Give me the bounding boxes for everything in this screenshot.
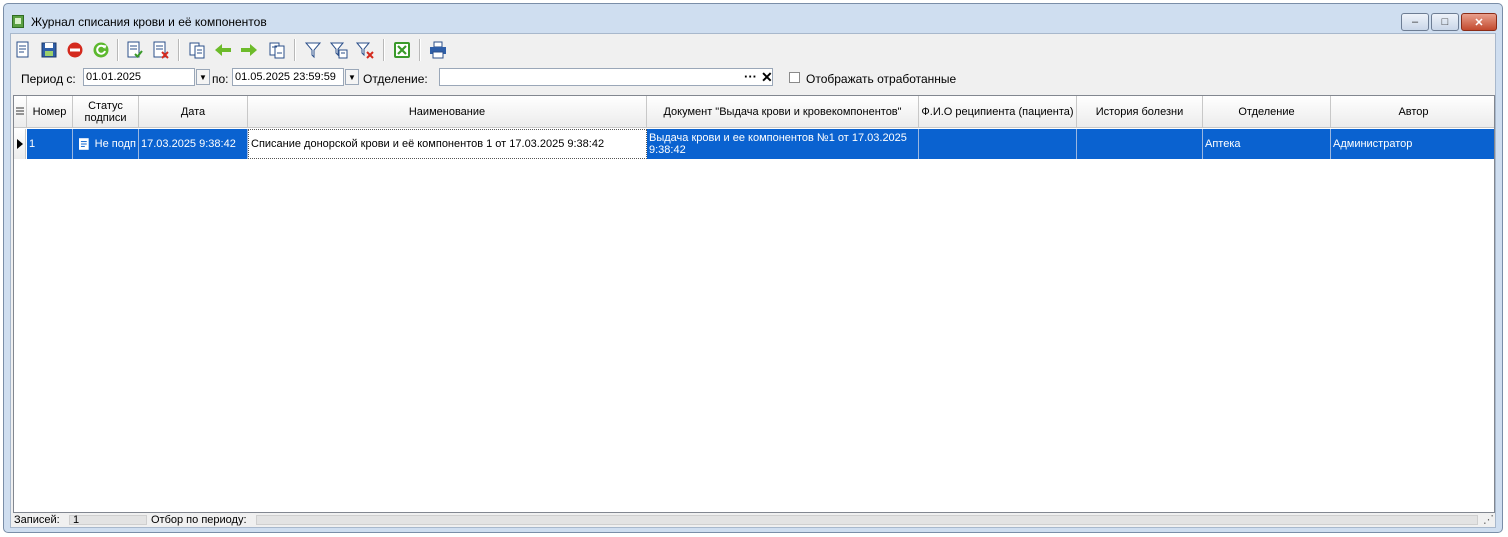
excel-export-icon[interactable] [392, 40, 412, 60]
row-indicator [14, 129, 26, 159]
department-browse-icon[interactable]: ··· [744, 69, 757, 84]
cell-number[interactable]: 1 [27, 129, 73, 159]
resize-grip-icon[interactable]: ⋰ [1483, 513, 1494, 526]
window-client-area: Период с: 01.01.2025 ▼ по: 01.05.2025 23… [10, 33, 1496, 528]
filter-clear-icon[interactable] [355, 40, 375, 60]
new-document-icon[interactable] [13, 40, 33, 60]
copy-icon[interactable] [187, 40, 207, 60]
toolbar-separator [383, 39, 385, 61]
main-window: Журнал списания крови и её компонентов –… [3, 3, 1503, 533]
period-filter-label: Отбор по периоду: [151, 514, 247, 526]
records-box [69, 515, 147, 525]
column-header-status[interactable]: Статус подписи [73, 96, 139, 128]
toolbar-separator [294, 39, 296, 61]
cell-history[interactable] [1077, 129, 1203, 159]
records-label: Записей: [14, 514, 60, 526]
period-from-dropdown[interactable]: ▼ [196, 69, 210, 85]
filter-icon[interactable] [303, 40, 323, 60]
arrow-left-icon[interactable] [213, 40, 233, 60]
toolbar-separator [117, 39, 119, 61]
toolbar-separator [419, 39, 421, 61]
period-from-label: Период с: [21, 72, 76, 86]
cell-status[interactable]: Не подп [73, 129, 139, 159]
column-header-department[interactable]: Отделение [1203, 96, 1331, 128]
cell-author[interactable]: Администратор [1331, 129, 1494, 159]
unsigned-document-icon [79, 138, 89, 150]
column-header-author[interactable]: Автор [1331, 96, 1494, 128]
cell-document[interactable]: Выдача крови и ее компонентов №1 от 17.0… [647, 129, 919, 159]
cell-recipient[interactable] [919, 129, 1077, 159]
close-button[interactable]: ✕ [1461, 13, 1497, 31]
arrow-right-icon[interactable] [239, 40, 259, 60]
department-clear-icon[interactable]: ✕ [761, 69, 773, 86]
column-header-date[interactable]: Дата [139, 96, 248, 128]
paste-icon[interactable] [267, 40, 287, 60]
period-from-input[interactable]: 01.01.2025 [83, 68, 195, 86]
save-icon[interactable] [39, 40, 59, 60]
department-input[interactable] [439, 68, 773, 86]
department-label: Отделение: [363, 72, 428, 86]
title-bar[interactable]: Журнал списания крови и её компонентов –… [4, 4, 1502, 32]
refresh-icon[interactable] [91, 40, 111, 60]
column-header-recipient[interactable]: Ф.И.О реципиента (пациента) [919, 96, 1077, 128]
column-header-name[interactable]: Наименование [248, 96, 647, 128]
column-chooser-icon[interactable] [14, 96, 27, 128]
column-header-number[interactable]: Номер [27, 96, 73, 128]
period-filter-box [256, 515, 1478, 525]
records-value: 1 [73, 514, 80, 526]
maximize-button[interactable]: □ [1431, 13, 1459, 31]
reject-icon[interactable] [151, 40, 171, 60]
toolbar [11, 34, 1495, 64]
show-processed-checkbox[interactable] [789, 72, 800, 83]
cell-department[interactable]: Аптека [1203, 129, 1331, 159]
journal-table: Номер Статус подписи Дата Наименование Д… [13, 95, 1495, 513]
window-title: Журнал списания крови и её компонентов [31, 15, 267, 29]
period-to-dropdown[interactable]: ▼ [345, 69, 359, 85]
minimize-button[interactable]: – [1401, 13, 1429, 31]
period-to-label: по: [212, 72, 229, 86]
status-text: Не подп [94, 138, 136, 150]
show-processed-label: Отображать отработанные [806, 72, 957, 86]
cell-name[interactable]: Списание донорской крови и её компоненто… [248, 129, 647, 159]
filter-bar: Период с: 01.01.2025 ▼ по: 01.05.2025 23… [11, 65, 1495, 91]
print-icon[interactable] [428, 40, 448, 60]
period-to-input[interactable]: 01.05.2025 23:59:59 [232, 68, 344, 86]
column-header-history[interactable]: История болезни [1077, 96, 1203, 128]
approve-icon[interactable] [125, 40, 145, 60]
filter-edit-icon[interactable] [329, 40, 349, 60]
status-bar: Записей: 1 Отбор по периоду: ⋰ [11, 513, 1495, 527]
stop-icon[interactable] [65, 40, 85, 60]
table-row[interactable]: 1 Не подп 17.03.2025 9:38:42 Списание до… [14, 129, 1494, 159]
column-header-document[interactable]: Документ "Выдача крови и кровекомпоненто… [647, 96, 919, 128]
toolbar-separator [178, 39, 180, 61]
app-icon [12, 15, 24, 28]
cell-date[interactable]: 17.03.2025 9:38:42 [139, 129, 248, 159]
